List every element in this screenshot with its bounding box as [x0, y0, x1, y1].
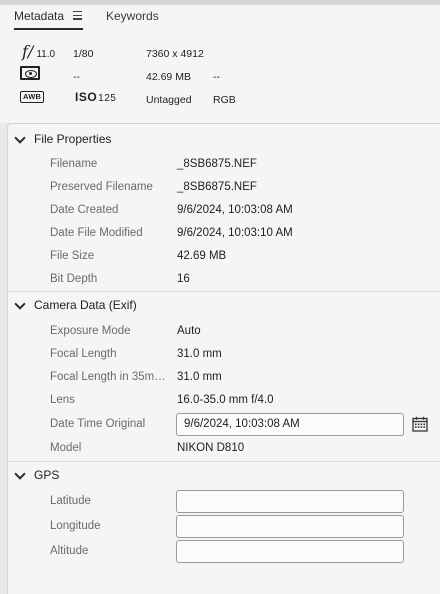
metering-icon	[20, 66, 40, 80]
tab-metadata[interactable]: Metadata	[14, 9, 83, 30]
row-altitude: Altitude	[8, 540, 440, 563]
tab-metadata-label: Metadata	[14, 9, 65, 23]
row-date-created: Date Created 9/6/2024, 10:03:08 AM	[8, 200, 440, 223]
field-label: Bit Depth	[50, 273, 98, 285]
row-longitude: Longitude	[8, 515, 440, 538]
section-camera-data[interactable]: Camera Data (Exif)	[8, 295, 440, 317]
section-title: GPS	[34, 468, 60, 482]
row-date-file-modified: Date File Modified 9/6/2024, 10:03:10 AM	[8, 223, 440, 246]
field-value: Auto	[177, 325, 201, 337]
row-latitude: Latitude	[8, 490, 440, 513]
field-label: Date File Modified	[50, 227, 143, 239]
row-bit-depth: Bit Depth 16	[8, 269, 440, 292]
section-gps[interactable]: GPS	[8, 465, 440, 487]
row-exposure-mode: Exposure Mode Auto	[8, 321, 440, 344]
image-dimensions: 7360 x 4912	[146, 48, 204, 60]
field-label: Exposure Mode	[50, 325, 131, 337]
aperture-symbol: f/	[22, 42, 34, 61]
field-label: Longitude	[50, 520, 101, 532]
section-divider	[8, 291, 440, 292]
field-label: Latitude	[50, 495, 91, 507]
date-time-original-field[interactable]: 9/6/2024, 10:03:08 AM	[176, 413, 404, 436]
row-filename: Filename _8SB6875.NEF	[8, 154, 440, 177]
section-divider	[8, 461, 440, 462]
section-title: File Properties	[34, 132, 112, 146]
quick-file-size: 42.69 MB	[146, 71, 191, 83]
field-value: 16	[177, 273, 190, 285]
section-file-properties[interactable]: File Properties	[8, 129, 440, 151]
latitude-field[interactable]	[176, 490, 404, 513]
tab-keywords-label: Keywords	[106, 9, 159, 23]
metadata-panel: File Properties Filename _8SB6875.NEF Pr…	[7, 123, 440, 594]
iso-readout: ISO125	[75, 90, 116, 104]
field-value: 42.69 MB	[177, 250, 227, 262]
field-label: Model	[50, 442, 82, 454]
row-file-size: File Size 42.69 MB	[8, 246, 440, 269]
iso-label: ISO	[75, 90, 98, 104]
field-value: NIKON D810	[177, 442, 245, 454]
field-label: Focal Length in 35mm...	[50, 371, 168, 383]
chevron-down-icon	[14, 300, 24, 310]
aperture-value: 11.0	[36, 49, 56, 60]
white-balance-icon: AWB	[20, 91, 45, 103]
field-value: 9/6/2024, 10:03:10 AM	[177, 227, 293, 239]
section-title: Camera Data (Exif)	[34, 298, 137, 312]
row-date-time-original: Date Time Original 9/6/2024, 10:03:08 AM	[8, 413, 440, 436]
quick-size-extra: --	[213, 71, 220, 83]
quick-info: f/11.0 1/80 7360 x 4912 -- 42.69 MB -- A…	[0, 35, 440, 123]
field-value: _8SB6875.NEF	[177, 181, 257, 193]
field-label: Altitude	[50, 545, 89, 557]
field-value: 31.0 mm	[177, 348, 222, 360]
row-focal-length: Focal Length 31.0 mm	[8, 344, 440, 367]
shutter-speed: 1/80	[73, 48, 94, 60]
metering-value: --	[73, 71, 80, 83]
row-model: Model NIKON D810	[8, 438, 440, 461]
altitude-field[interactable]	[176, 540, 404, 563]
field-label: Lens	[50, 394, 75, 406]
row-preserved-filename: Preserved Filename _8SB6875.NEF	[8, 177, 440, 200]
aperture-icon: f/11.0	[22, 42, 55, 61]
iso-value: 125	[98, 93, 117, 104]
color-profile: Untagged	[146, 94, 192, 106]
tab-keywords[interactable]: Keywords	[106, 9, 159, 23]
field-value: 31.0 mm	[177, 371, 222, 383]
field-label: Preserved Filename	[50, 181, 153, 193]
chevron-down-icon	[14, 470, 24, 480]
hamburger-menu-icon[interactable]	[73, 11, 82, 20]
field-value: 16.0-35.0 mm f/4.0	[177, 394, 274, 406]
active-tab-underline	[14, 28, 83, 30]
field-value: _8SB6875.NEF	[177, 158, 257, 170]
row-lens: Lens 16.0-35.0 mm f/4.0	[8, 390, 440, 413]
color-mode: RGB	[213, 94, 236, 106]
calendar-icon[interactable]	[412, 416, 428, 432]
row-focal-length-35mm: Focal Length in 35mm... 31.0 mm	[8, 367, 440, 390]
field-label: Filename	[50, 158, 98, 170]
chevron-down-icon	[14, 134, 24, 144]
panel-tabs: Metadata Keywords	[0, 5, 440, 35]
field-label: File Size	[50, 250, 95, 262]
field-label: Date Time Original	[50, 418, 146, 430]
field-value: 9/6/2024, 10:03:08 AM	[177, 204, 293, 216]
field-label: Date Created	[50, 204, 119, 216]
field-label: Focal Length	[50, 348, 117, 360]
longitude-field[interactable]	[176, 515, 404, 538]
